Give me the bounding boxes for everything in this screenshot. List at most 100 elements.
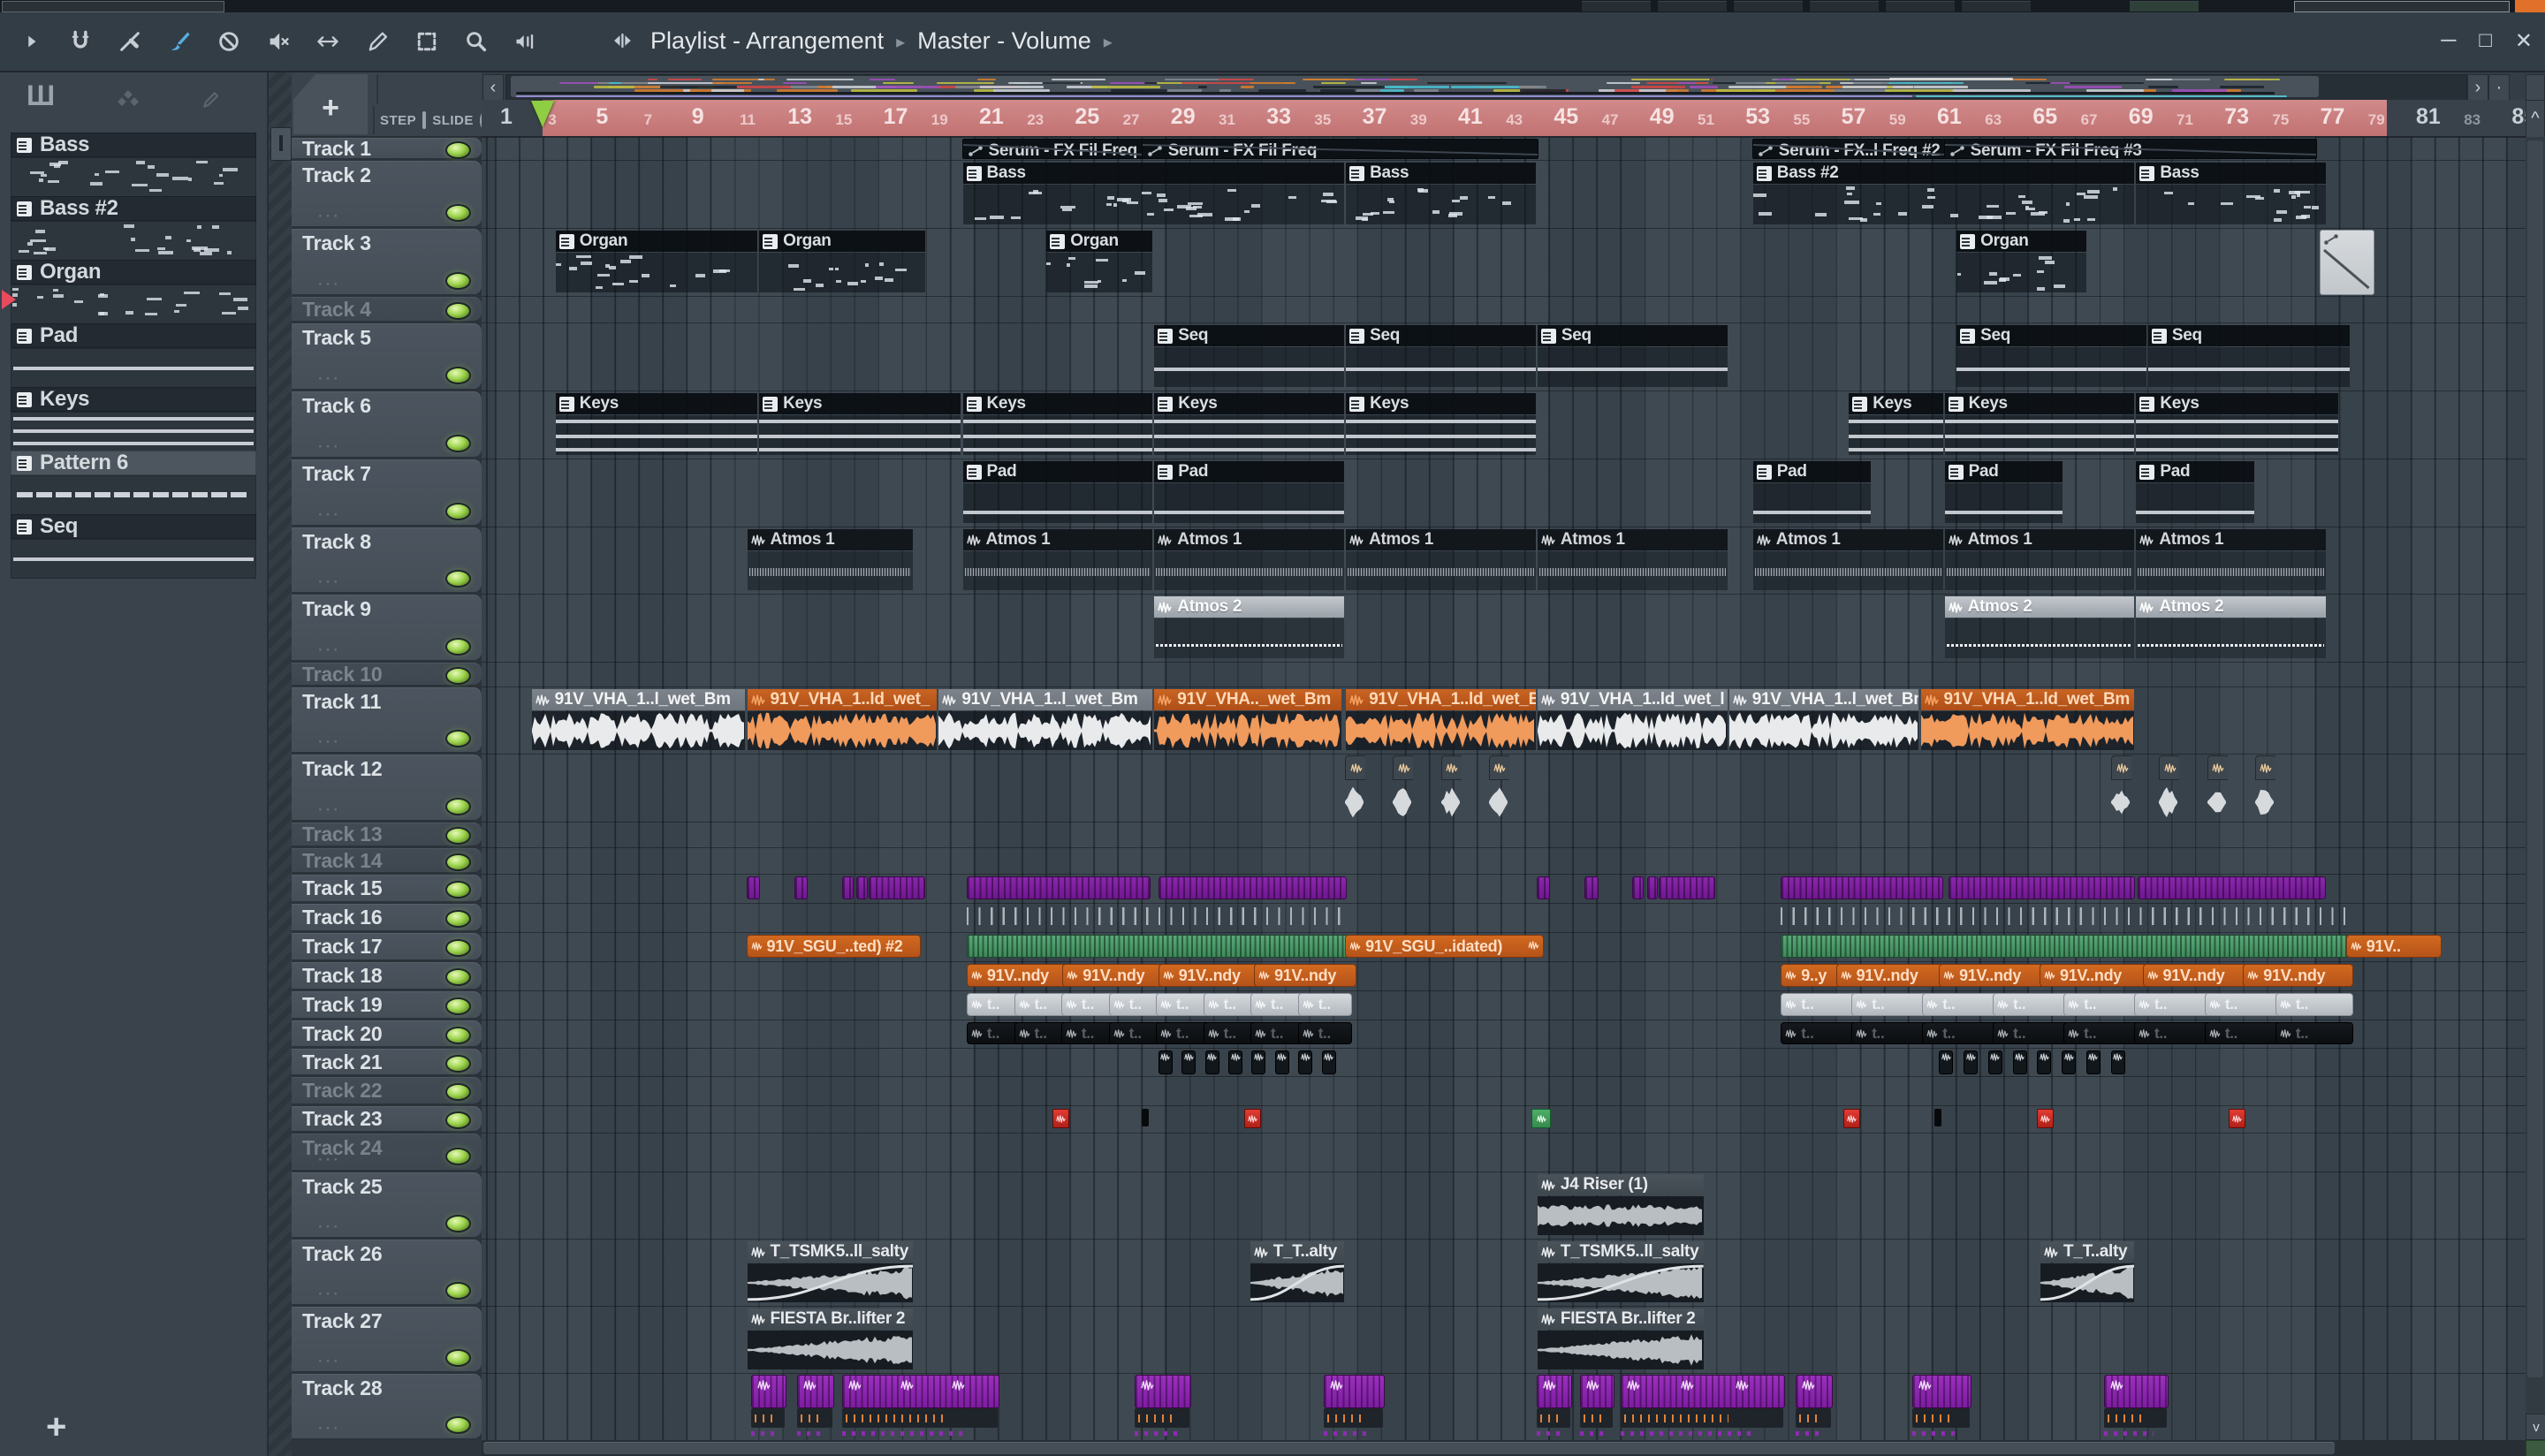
step-checkbox[interactable] [422, 111, 427, 129]
track-header-19[interactable]: Track 19 [292, 991, 482, 1018]
track-mute-led[interactable] [445, 141, 471, 159]
audio-clip-atmos[interactable]: Atmos 1 [1752, 528, 1944, 591]
mini-audio-clip[interactable] [1987, 1050, 2002, 1074]
audio-chip-clip[interactable]: t.. [1156, 993, 1211, 1016]
green-striped-clip[interactable] [1781, 935, 2348, 958]
mini-audio-clip[interactable] [1158, 1050, 1173, 1074]
track-header-13[interactable]: Track 13 [292, 823, 482, 846]
track-mute-led[interactable] [445, 997, 471, 1015]
pencil-icon[interactable] [196, 85, 226, 115]
purple-clip[interactable] [1659, 876, 1716, 899]
song-mode-icon[interactable] [608, 26, 638, 56]
track-header-20[interactable]: Track 20 [292, 1020, 482, 1046]
pattern-clip[interactable]: Pad [1752, 460, 1873, 524]
track-header-17[interactable]: Track 17 [292, 933, 482, 959]
pattern-clip[interactable]: Keys [1848, 392, 1943, 456]
purple-clip[interactable] [2138, 876, 2327, 899]
audio-clip-orange[interactable]: 91V.. [2345, 935, 2442, 958]
purple-clip[interactable] [1632, 876, 1645, 899]
track-mute-led[interactable] [445, 667, 471, 685]
minimap-thumb[interactable] [511, 76, 2319, 97]
minimap-corner-button[interactable] [2526, 74, 2545, 101]
track-mute-led[interactable] [445, 638, 471, 656]
audio-clip-orange[interactable]: 91V..ndy [966, 964, 1070, 987]
audio-clip[interactable]: 91V_VHA_1..ld_wet_Bm [1345, 688, 1537, 751]
mini-audio-clip[interactable] [2037, 1050, 2052, 1074]
track-mute-led[interactable] [445, 939, 471, 957]
riser-audio-clip[interactable]: FIESTA Br..lifter 2 [747, 1308, 915, 1370]
purple-clip[interactable] [1158, 876, 1348, 899]
track-mute-led[interactable] [445, 853, 471, 871]
audio-chip-clip[interactable]: t.. [1297, 993, 1353, 1016]
riser-audio-clip[interactable]: T_TSMK5..ll_salty [1537, 1240, 1705, 1303]
pattern-clip[interactable]: Keys [1153, 392, 1345, 456]
track-header-23[interactable]: Track 23 [292, 1106, 482, 1131]
audio-chip-clip[interactable]: t.. [2134, 993, 2212, 1016]
audio-chip-clip[interactable]: t.. [1156, 1022, 1211, 1044]
audio-stub-clip[interactable] [2111, 755, 2132, 819]
automation-clip[interactable]: Serum - FX Fil Freq #3 [1943, 139, 2317, 159]
pattern-clip[interactable]: Seq [1345, 324, 1537, 388]
audio-chip-clip[interactable]: t.. [1851, 993, 1929, 1016]
vertical-scroll-thumb[interactable] [2527, 140, 2543, 1377]
audio-clip[interactable]: 91V_VHA_1..l_wet_Bm [1728, 688, 1920, 751]
track-mute-led[interactable] [445, 503, 471, 520]
track-header-12[interactable]: Track 12 ··· [292, 755, 482, 820]
track-header-24[interactable]: Track 24 ··· [292, 1134, 482, 1170]
track-header-27[interactable]: Track 27 ··· [292, 1307, 482, 1371]
pattern-clip[interactable]: Bass [1345, 162, 1537, 225]
bottom-right-corner-button[interactable] [2526, 1440, 2545, 1456]
track-mute-led[interactable] [445, 1055, 471, 1073]
accent-button[interactable] [2515, 0, 2545, 12]
sidebar-scroll-button[interactable] [270, 127, 292, 161]
track-mute-led[interactable] [445, 367, 471, 384]
tick-markers-row[interactable] [1781, 907, 2346, 925]
mute-icon[interactable] [263, 27, 293, 57]
audio-clip-orange[interactable]: 91V_SGU_..idated) [1345, 935, 1544, 958]
audio-clip-orange[interactable]: 91V..ndy [1158, 964, 1262, 987]
track-header-9[interactable]: Track 9 ··· [292, 595, 482, 660]
track-mute-led[interactable] [445, 730, 471, 747]
audio-clip[interactable]: 91V_VHA_1..ld_wet_l [1537, 688, 1728, 751]
stretch-icon[interactable] [313, 27, 343, 57]
pattern-clip[interactable]: Keys [555, 392, 758, 456]
audio-chip-clip[interactable]: t.. [2204, 993, 2283, 1016]
audio-clip-orange[interactable]: 91V..ndy [1939, 964, 2047, 987]
mini-audio-clip[interactable] [1321, 1050, 1336, 1074]
purple-clip[interactable] [1536, 876, 1551, 899]
audio-chip-clip[interactable]: t.. [1781, 1022, 1858, 1044]
pattern-clip[interactable]: Seq [1956, 324, 2147, 388]
scroll-down-button[interactable]: v [2526, 1414, 2545, 1440]
track-header-4[interactable]: Track 4 [292, 297, 482, 321]
automation-clip[interactable]: Serum - FX..l Freq #2 [1751, 139, 1946, 159]
track-mute-led[interactable] [445, 1148, 471, 1165]
audio-clip-orange[interactable]: 91V..ndy [2142, 964, 2251, 987]
track-mute-led[interactable] [445, 302, 471, 320]
playhead-marker[interactable] [531, 101, 555, 127]
track-mute-led[interactable] [445, 910, 471, 928]
tick-markers-row[interactable] [966, 907, 1346, 925]
purple-audio-clip[interactable] [1134, 1375, 1191, 1408]
pattern-clip[interactable]: Pad [2135, 460, 2255, 524]
add-track-button[interactable]: + [293, 74, 368, 134]
green-striped-clip[interactable] [966, 935, 1348, 958]
slip-icon[interactable] [115, 27, 145, 57]
track-mute-led[interactable] [445, 968, 471, 986]
track-header-5[interactable]: Track 5 ··· [292, 323, 482, 389]
riser-audio-clip[interactable]: T_T..alty [2040, 1240, 2135, 1303]
add-pattern-button[interactable]: + [46, 1407, 66, 1447]
track-header-18[interactable]: Track 18 [292, 962, 482, 989]
purple-audio-clip[interactable] [1323, 1375, 1386, 1408]
purple-clip[interactable] [1646, 876, 1659, 899]
audio-clip-orange[interactable]: 91V..ndy [1254, 964, 1357, 987]
audio-stub-clip[interactable] [2207, 755, 2228, 819]
riser-audio-clip[interactable]: FIESTA Br..lifter 2 [1537, 1308, 1705, 1370]
minimize-button[interactable]: ─ [2441, 28, 2456, 53]
automation-clip[interactable]: Serum - FX Fil Freq [1141, 139, 1538, 159]
mini-audio-clip[interactable] [2085, 1050, 2101, 1074]
track-mute-led[interactable] [445, 827, 471, 845]
audio-chip-clip[interactable]: t.. [2275, 993, 2353, 1016]
close-button[interactable]: ✕ [2515, 28, 2533, 54]
purple-clip[interactable] [746, 876, 761, 899]
pattern-item-bass[interactable]: Bass [11, 133, 256, 197]
